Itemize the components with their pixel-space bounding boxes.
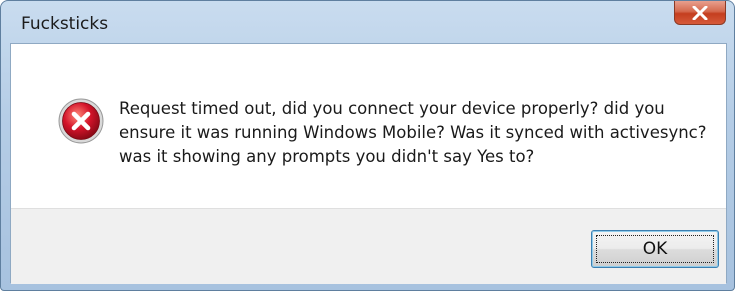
dialog-client-area: Request timed out, did you connect your … [10,43,727,284]
dialog-message: Request timed out, did you connect your … [119,99,707,166]
title-bar[interactable]: Fucksticks [1,1,734,43]
window-title: Fucksticks [21,14,109,34]
dialog-window: Fucksticks Request timed out, did you co… [0,0,735,291]
ok-button[interactable]: OK [591,230,719,268]
button-bar: OK [11,208,726,284]
close-icon [692,5,708,20]
close-button[interactable] [674,1,726,25]
ok-button-label: OK [596,235,714,263]
error-icon [58,98,104,144]
message-area: Request timed out, did you connect your … [11,44,726,208]
